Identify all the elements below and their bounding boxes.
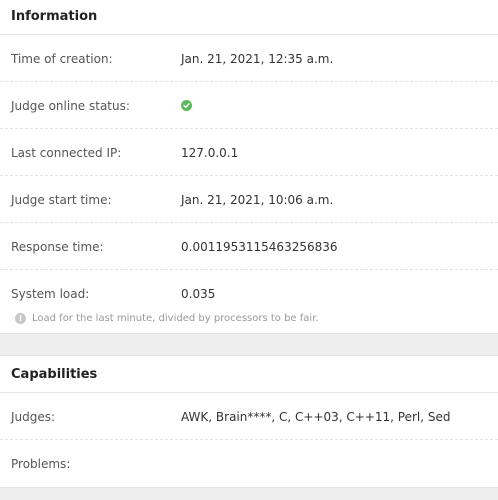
row-label: Last connected IP:	[11, 146, 122, 160]
info-row-last-ip: Last connected IP: 127.0.0.1	[0, 129, 498, 176]
row-label: Problems:	[11, 457, 71, 471]
row-label: Judge start time:	[11, 193, 112, 207]
capabilities-panel: Capabilities Judges: AWK, Brain****, C, …	[0, 355, 498, 488]
row-value: Jan. 21, 2021, 10:06 a.m.	[181, 193, 334, 207]
row-value: 0.035	[181, 287, 216, 301]
cap-row-judges: Judges: AWK, Brain****, C, C++03, C++11,…	[0, 393, 498, 440]
system-load-note: i Load for the last minute, divided by p…	[15, 313, 319, 324]
info-row-start-time: Judge start time: Jan. 21, 2021, 10:06 a…	[0, 176, 498, 223]
information-panel: Information Time of creation: Jan. 21, 2…	[0, 0, 498, 334]
info-row-response-time: Response time: 0.0011953115463256836	[0, 223, 498, 270]
row-value: 127.0.0.1	[181, 146, 239, 160]
info-row-time-of-creation: Time of creation: Jan. 21, 2021, 12:35 a…	[0, 35, 498, 82]
information-heading: Information	[0, 0, 498, 35]
row-value: AWK, Brain****, C, C++03, C++11, Perl, S…	[181, 410, 451, 424]
row-label: System load:	[11, 287, 90, 301]
info-row-system-load: System load: 0.035	[0, 270, 498, 316]
info-row-online-status: Judge online status:	[0, 82, 498, 129]
capabilities-heading: Capabilities	[0, 356, 498, 393]
row-value: 0.0011953115463256836	[181, 240, 338, 254]
info-icon: i	[15, 313, 26, 324]
row-label: Judges:	[11, 410, 56, 424]
row-label: Judge online status:	[11, 99, 130, 113]
row-label: Time of creation:	[11, 52, 113, 66]
note-text: Load for the last minute, divided by pro…	[32, 313, 319, 324]
row-value: Jan. 21, 2021, 12:35 a.m.	[181, 52, 334, 66]
check-circle-icon	[181, 100, 192, 111]
row-label: Response time:	[11, 240, 104, 254]
cap-row-problems: Problems:	[0, 440, 498, 486]
